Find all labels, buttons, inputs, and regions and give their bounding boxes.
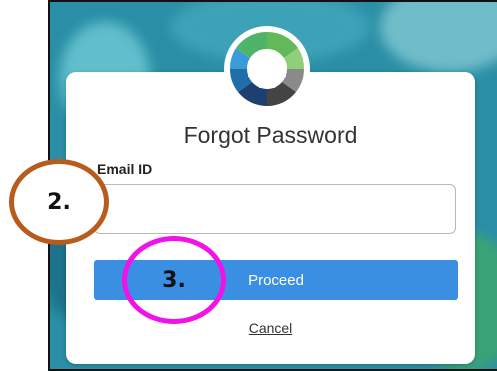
medical-cross-logo-icon	[224, 26, 310, 112]
background-blur	[380, 2, 497, 72]
annotation-label: 2.	[47, 189, 71, 215]
email-field[interactable]	[94, 184, 456, 234]
dialog-title: Forgot Password	[183, 122, 358, 148]
annotation-step-3: 3.	[122, 236, 226, 324]
email-label: Email ID	[97, 161, 153, 177]
annotation-step-2: 2.	[9, 159, 109, 245]
cancel-link[interactable]: Cancel	[66, 320, 475, 336]
annotation-label: 3.	[162, 267, 186, 293]
